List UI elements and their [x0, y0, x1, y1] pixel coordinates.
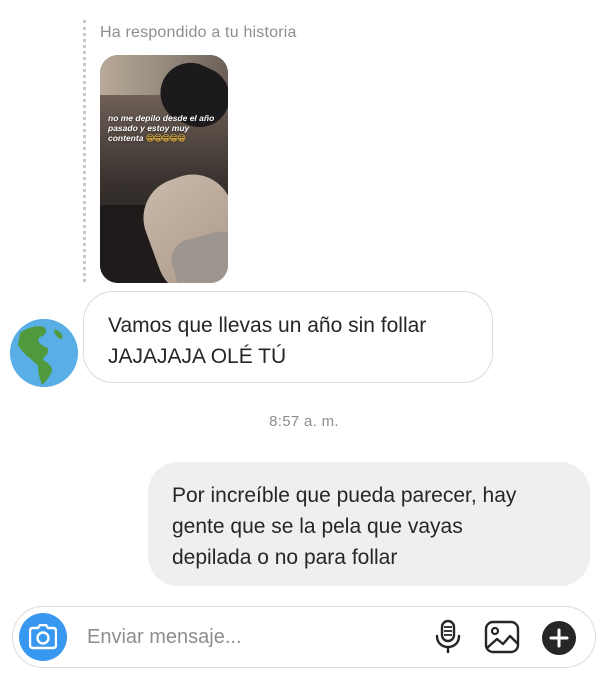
- message-input[interactable]: [87, 623, 407, 651]
- message-text-line: Vamos que llevas un año sin follar: [108, 314, 427, 337]
- story-caption-emoji: 😁😁😁😁😁: [145, 133, 186, 143]
- story-thumbnail[interactable]: no me depilo desde el año pasado y estoy…: [100, 55, 228, 283]
- camera-button[interactable]: [19, 613, 67, 661]
- message-timestamp: 8:57 a. m.: [269, 413, 339, 430]
- story-caption: no me depilo desde el año pasado y estoy…: [108, 113, 222, 143]
- message-composer: [12, 606, 596, 668]
- story-reply-label: Ha respondido a tu historia: [100, 24, 297, 41]
- camera-icon: [29, 624, 57, 650]
- image-icon[interactable]: [483, 619, 521, 655]
- outgoing-message-bubble[interactable]: Por increíble que pueda parecer, hay gen…: [148, 462, 590, 586]
- story-reply-indicator-line: [83, 20, 86, 282]
- globe-americas-icon: [10, 319, 78, 387]
- message-text-line: JAJAJAJA OLÉ TÚ: [108, 345, 287, 368]
- plus-circle-icon[interactable]: [541, 620, 577, 656]
- message-text-line: depilada o no para follar: [172, 546, 398, 569]
- avatar[interactable]: [10, 319, 78, 387]
- microphone-icon[interactable]: [433, 619, 463, 655]
- incoming-message-bubble[interactable]: Vamos que llevas un año sin follar JAJAJ…: [83, 291, 493, 383]
- message-text-line: gente que se la pela que vayas: [172, 515, 463, 538]
- message-text-line: Por increíble que pueda parecer, hay: [172, 484, 517, 507]
